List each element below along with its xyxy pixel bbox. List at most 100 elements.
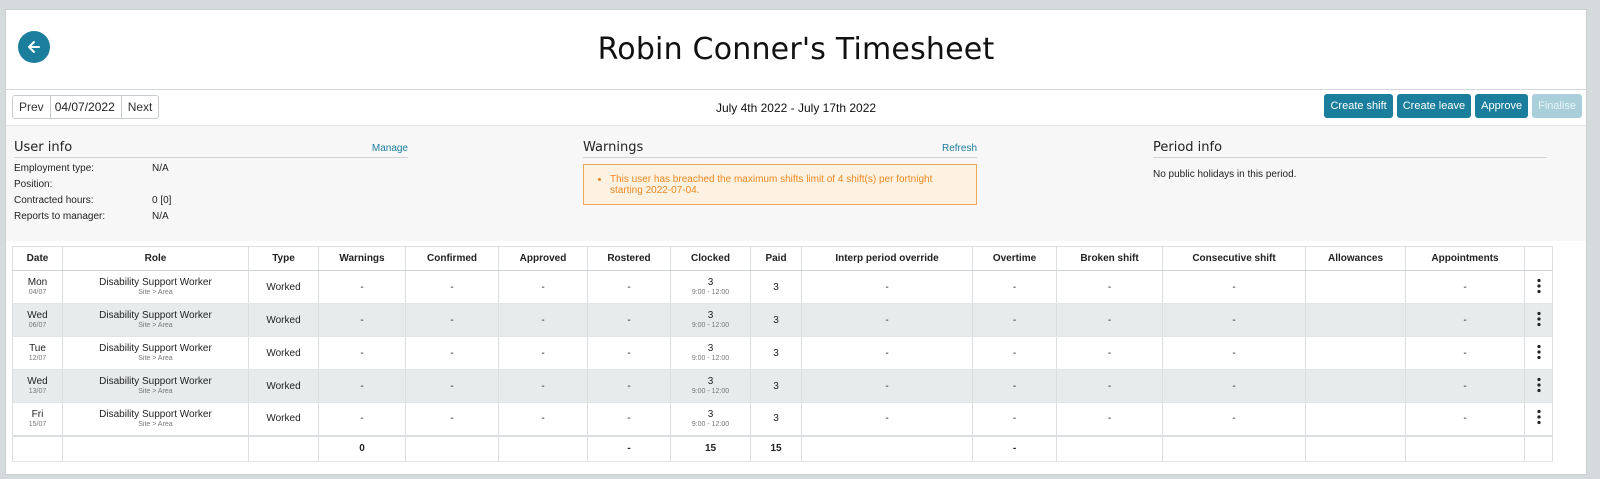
col-header-rostered[interactable]: Rostered (587, 246, 671, 271)
kebab-menu-icon[interactable] (1536, 311, 1542, 327)
field-value: N/A (152, 163, 169, 174)
page-title: Robin Conner's Timesheet (597, 32, 995, 67)
type-value: Worked (266, 347, 301, 359)
user-info-header: User info Manage (14, 140, 408, 158)
col-header-interp[interactable]: Interp period override (801, 246, 973, 271)
date-cell: Tue 12/07 (12, 336, 63, 370)
warning-alert: This user has breached the maximum shift… (583, 164, 977, 205)
paid-cell: 3 (750, 402, 802, 436)
col-header-clocked[interactable]: Clocked (670, 246, 751, 271)
paid-value: 3 (773, 314, 779, 326)
appointments-cell: - (1405, 270, 1525, 304)
clocked-cell: 3 9:00 - 12:00 (670, 303, 751, 337)
manage-link[interactable]: Manage (372, 143, 408, 154)
col-header-role[interactable]: Role (62, 246, 249, 271)
consecutive-shift-value: - (1232, 380, 1236, 392)
overtime-value: - (1012, 413, 1017, 425)
col-header-warnings[interactable]: Warnings (318, 246, 406, 271)
refresh-link[interactable]: Refresh (942, 143, 977, 154)
broken-shift-value: - (1107, 314, 1112, 326)
appointments-cell: - (1405, 303, 1525, 337)
rostered-value: - (627, 413, 631, 425)
overtime-cell: - (972, 336, 1057, 370)
kebab-menu-icon[interactable] (1536, 278, 1542, 294)
clocked-time: 9:00 - 12:00 (691, 322, 730, 329)
table-row[interactable]: Wed 13/07 Disability Support Worker Site > … (12, 369, 1553, 403)
col-header-approved[interactable]: Approved (498, 246, 588, 271)
day-label: Fri (31, 408, 44, 420)
site-label: Site > Area (138, 388, 173, 395)
total-rostered: - (587, 434, 671, 462)
create-shift-button[interactable]: Create shift (1324, 94, 1393, 118)
overtime-cell: - (972, 270, 1057, 304)
warnings-cell: - (318, 336, 406, 370)
col-header-appointments[interactable]: Appointments (1405, 246, 1525, 271)
appointments-value: - (1463, 413, 1467, 425)
broken-shift-cell: - (1056, 303, 1163, 337)
date-label: 04/07 (28, 289, 47, 296)
table-row[interactable]: Wed 06/07 Disability Support Worker Site > … (12, 303, 1553, 337)
col-header-paid[interactable]: Paid (750, 246, 802, 271)
row-menu-cell (1524, 270, 1553, 304)
col-header-date[interactable]: Date (12, 246, 63, 271)
kebab-menu-icon[interactable] (1536, 409, 1542, 425)
total-clocked: 15 (670, 434, 751, 462)
approved-value: - (541, 380, 545, 392)
clocked-value: 3 (707, 408, 714, 420)
date-cell: Mon 04/07 (12, 270, 63, 304)
warnings-panel: Warnings Refresh This user has breached … (583, 140, 977, 205)
table-header-row: Date Role Type Warnings Confirmed Approv… (12, 246, 1553, 271)
clocked-cell: 3 9:00 - 12:00 (670, 336, 751, 370)
kebab-menu-icon[interactable] (1536, 344, 1542, 360)
clocked-cell: 3 9:00 - 12:00 (670, 402, 751, 436)
consecutive-shift-cell: - (1162, 270, 1306, 304)
role-cell: Disability Support Worker Site > Area (62, 303, 249, 337)
kebab-menu-icon[interactable] (1536, 377, 1542, 393)
warnings-cell: - (318, 303, 406, 337)
site-label: Site > Area (138, 420, 173, 428)
table-row[interactable]: Mon 04/07 Disability Support Worker Site > … (12, 270, 1553, 304)
timesheet-table: Date Role Type Warnings Confirmed Approv… (12, 246, 1553, 462)
appointments-cell: - (1405, 402, 1525, 436)
role-label: Disability Support Worker (99, 376, 212, 387)
clocked-time: 9:00 - 12:00 (691, 289, 730, 296)
col-header-broken-shift[interactable]: Broken shift (1056, 246, 1163, 271)
col-header-overtime[interactable]: Overtime (972, 246, 1057, 271)
overtime-cell: - (972, 402, 1057, 436)
period-info-header: Period info (1153, 140, 1547, 158)
overtime-cell: - (972, 369, 1057, 403)
toolbar: Prev Next July 4th 2022 - July 17th 2022… (6, 90, 1586, 125)
info-band: User info Manage Employment type: N/A Po… (6, 125, 1586, 241)
col-header-type[interactable]: Type (248, 246, 319, 271)
confirmed-cell: - (405, 336, 499, 370)
total-cell (1405, 434, 1525, 462)
create-leave-button[interactable]: Create leave (1396, 94, 1472, 118)
broken-shift-cell: - (1056, 369, 1163, 403)
col-header-allowances[interactable]: Allowances (1305, 246, 1406, 271)
overtime-value: - (1012, 347, 1017, 359)
type-value: Worked (266, 413, 301, 425)
user-info-title: User info (14, 140, 73, 155)
row-menu-cell (1524, 402, 1553, 436)
col-header-confirmed[interactable]: Confirmed (405, 246, 499, 271)
role-cell: Disability Support Worker Site > Area (62, 369, 249, 403)
warnings-value: - (360, 347, 364, 359)
confirmed-value: - (450, 281, 454, 293)
date-cell: Wed 13/07 (12, 369, 63, 403)
clocked-time: 9:00 - 12:00 (691, 355, 730, 362)
approve-button[interactable]: Approve (1475, 94, 1529, 118)
total-cell (1056, 434, 1163, 462)
clocked-value: 3 (707, 376, 714, 387)
confirmed-value: - (450, 314, 454, 326)
finalise-button[interactable]: Finalise (1532, 94, 1582, 118)
allowances-cell (1305, 270, 1406, 304)
table-row[interactable]: Fri 15/07 Disability Support Worker Site > … (12, 402, 1553, 436)
total-cell (1162, 434, 1306, 462)
table-row[interactable]: Tue 12/07 Disability Support Worker Site > … (12, 336, 1553, 370)
row-menu-cell (1524, 369, 1553, 403)
type-value: Worked (266, 314, 301, 326)
approved-cell: - (498, 336, 588, 370)
approved-value: - (541, 413, 545, 425)
period-info-text: No public holidays in this period. (1153, 169, 1297, 180)
col-header-consecutive-shift[interactable]: Consecutive shift (1162, 246, 1306, 271)
